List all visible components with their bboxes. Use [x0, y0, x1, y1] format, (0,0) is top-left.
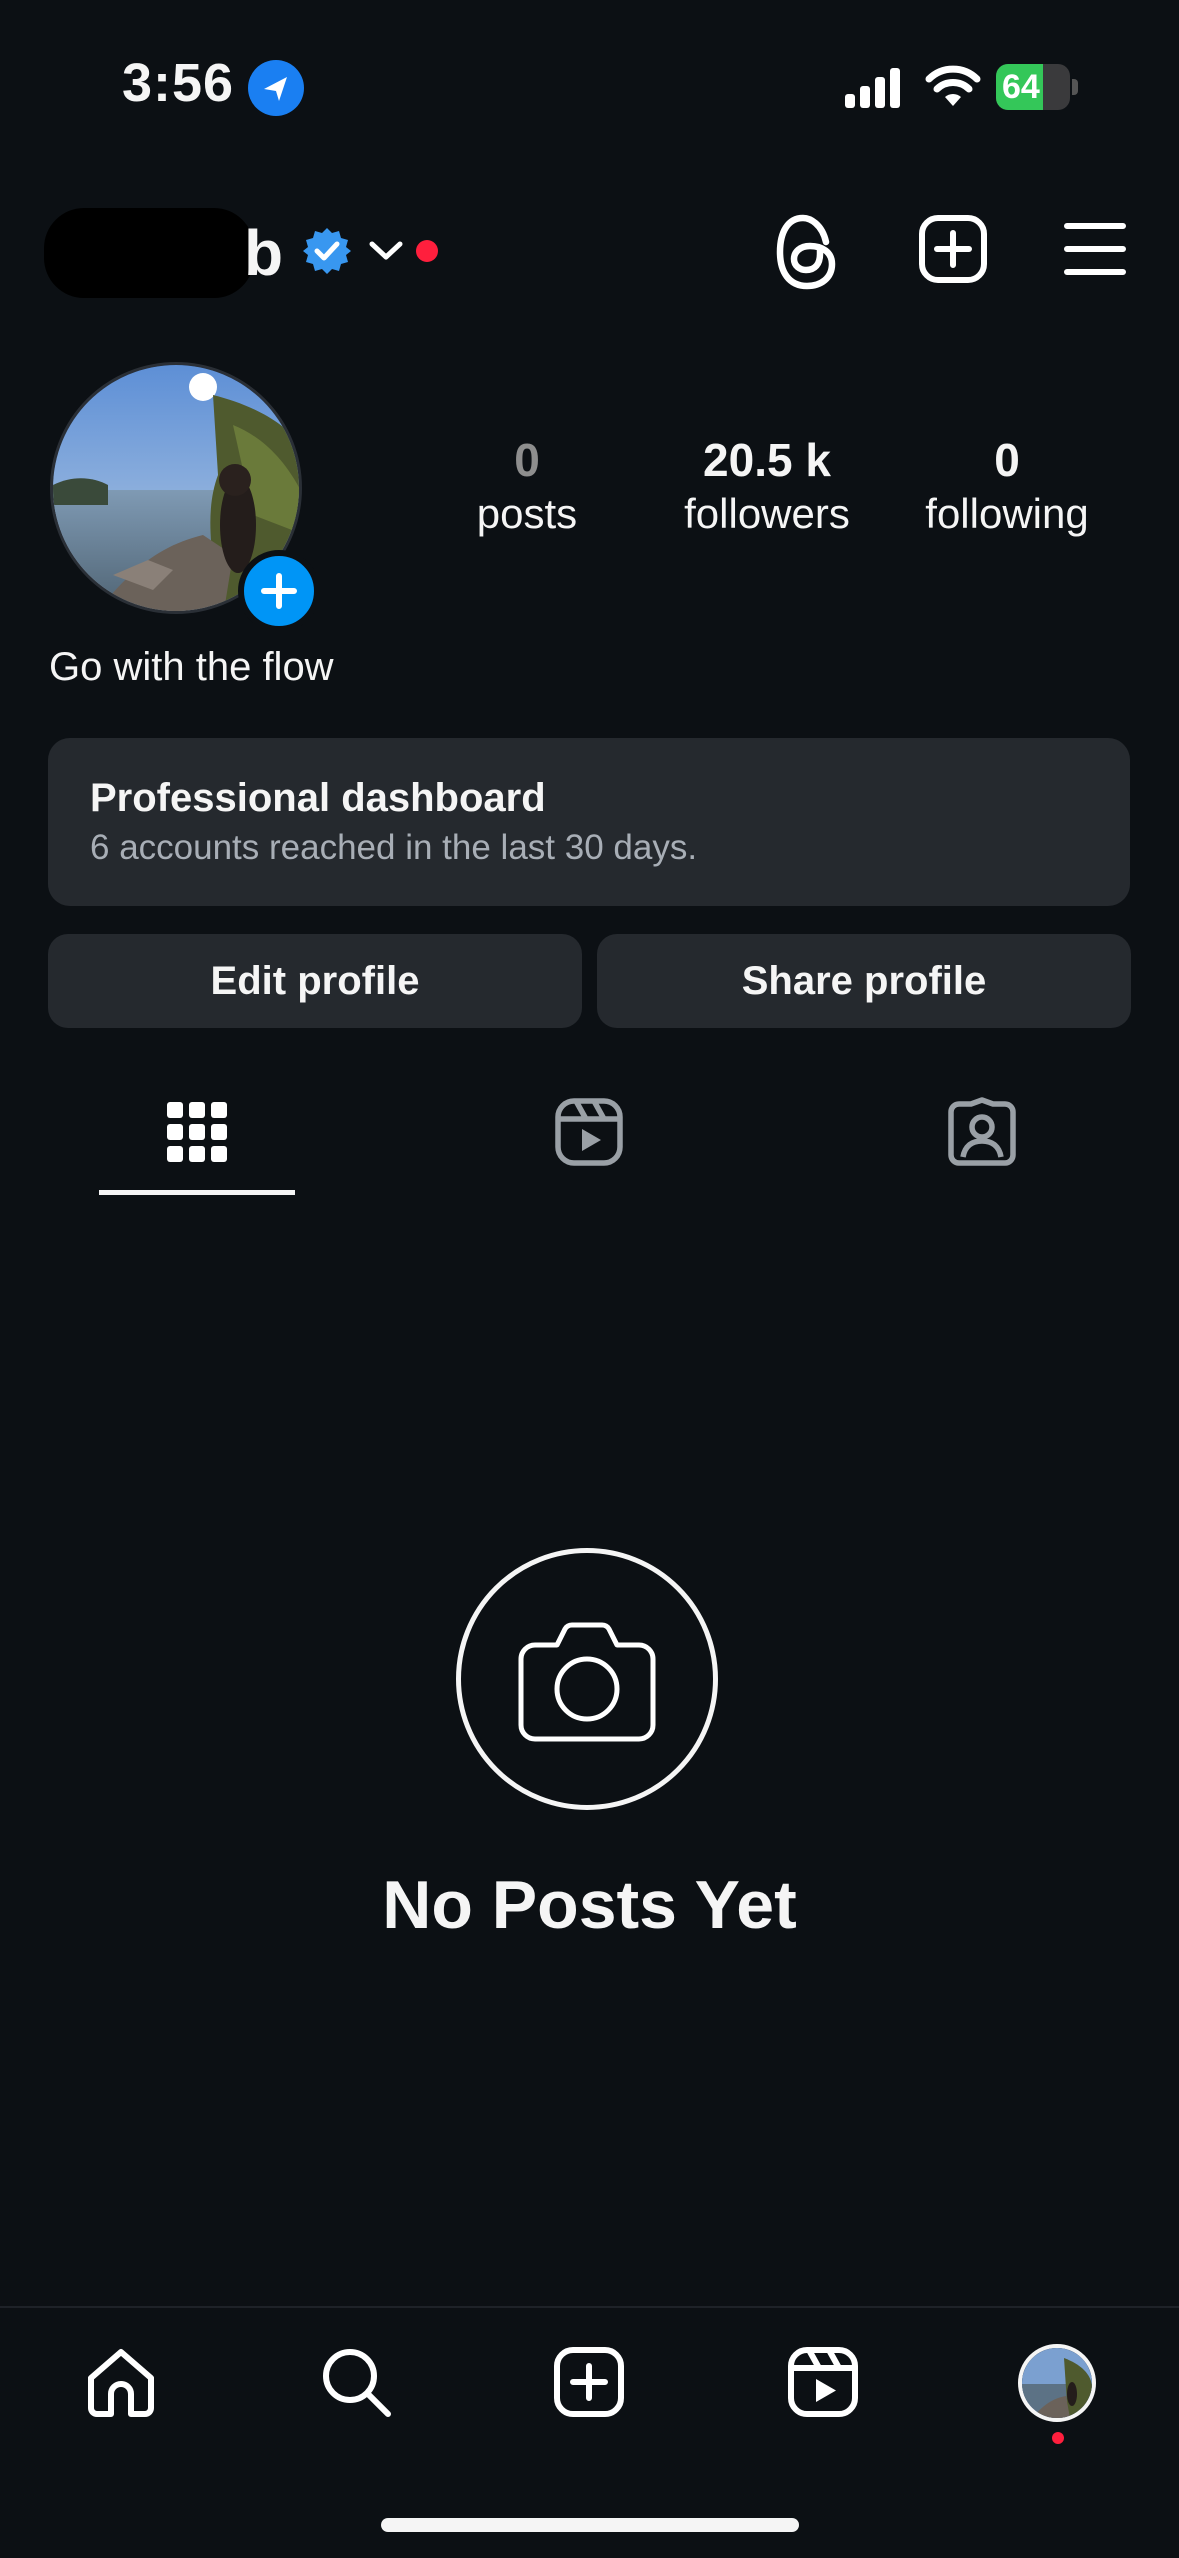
- add-story-button[interactable]: [238, 550, 320, 632]
- home-icon[interactable]: [83, 2344, 159, 2420]
- followers-stat[interactable]: 20.5 k followers: [667, 432, 867, 540]
- grid-icon: [167, 1102, 227, 1162]
- dashboard-title: Professional dashboard: [90, 776, 546, 820]
- profile-bio: Go with the flow: [49, 645, 334, 689]
- verified-badge-icon: [302, 226, 352, 276]
- empty-state-circle: [456, 1548, 718, 1810]
- following-label: following: [925, 490, 1089, 537]
- profile-notification-dot: [1052, 2432, 1064, 2444]
- location-arrow-icon: [248, 60, 304, 116]
- profile-avatar-nav[interactable]: [1018, 2344, 1096, 2422]
- cellular-signal-icon: [843, 66, 907, 110]
- posts-count: 0: [514, 434, 540, 486]
- battery-charging-icon: 64: [996, 64, 1078, 110]
- username[interactable]: b: [244, 216, 283, 290]
- following-count: 0: [994, 434, 1020, 486]
- search-icon[interactable]: [318, 2344, 394, 2420]
- edit-profile-button[interactable]: Edit profile: [48, 934, 582, 1028]
- wifi-icon: [924, 62, 982, 108]
- tab-grid[interactable]: [99, 1092, 295, 1172]
- tab-tagged[interactable]: [884, 1092, 1080, 1172]
- status-time: 3:56: [122, 53, 235, 113]
- tab-reels[interactable]: [491, 1092, 687, 1172]
- home-indicator[interactable]: [381, 2518, 799, 2532]
- empty-state-text: No Posts Yet: [382, 1867, 797, 1943]
- camera-icon: [518, 1622, 656, 1742]
- professional-dashboard[interactable]: Professional dashboard 6 accounts reache…: [48, 738, 1130, 906]
- posts-stat[interactable]: 0 posts: [427, 432, 627, 540]
- threads-icon[interactable]: [774, 212, 840, 292]
- tagged-icon: [948, 1097, 1016, 1166]
- username-redaction: [44, 208, 254, 298]
- notification-dot: [416, 240, 438, 262]
- chevron-down-icon[interactable]: [368, 236, 404, 264]
- reels-icon: [555, 1098, 623, 1166]
- reels-icon[interactable]: [785, 2344, 861, 2420]
- menu-icon[interactable]: [1064, 222, 1126, 276]
- battery-level: 64: [1002, 68, 1040, 106]
- dashboard-subtitle: 6 accounts reached in the last 30 days.: [90, 828, 698, 867]
- posts-label: posts: [476, 490, 578, 537]
- share-profile-button[interactable]: Share profile: [597, 934, 1131, 1028]
- followers-count: 20.5 k: [703, 434, 831, 486]
- following-stat[interactable]: 0 following: [907, 432, 1107, 540]
- followers-label: followers: [684, 490, 850, 537]
- create-plus-icon[interactable]: [918, 214, 988, 284]
- active-tab-indicator: [99, 1190, 295, 1195]
- create-icon[interactable]: [551, 2344, 627, 2420]
